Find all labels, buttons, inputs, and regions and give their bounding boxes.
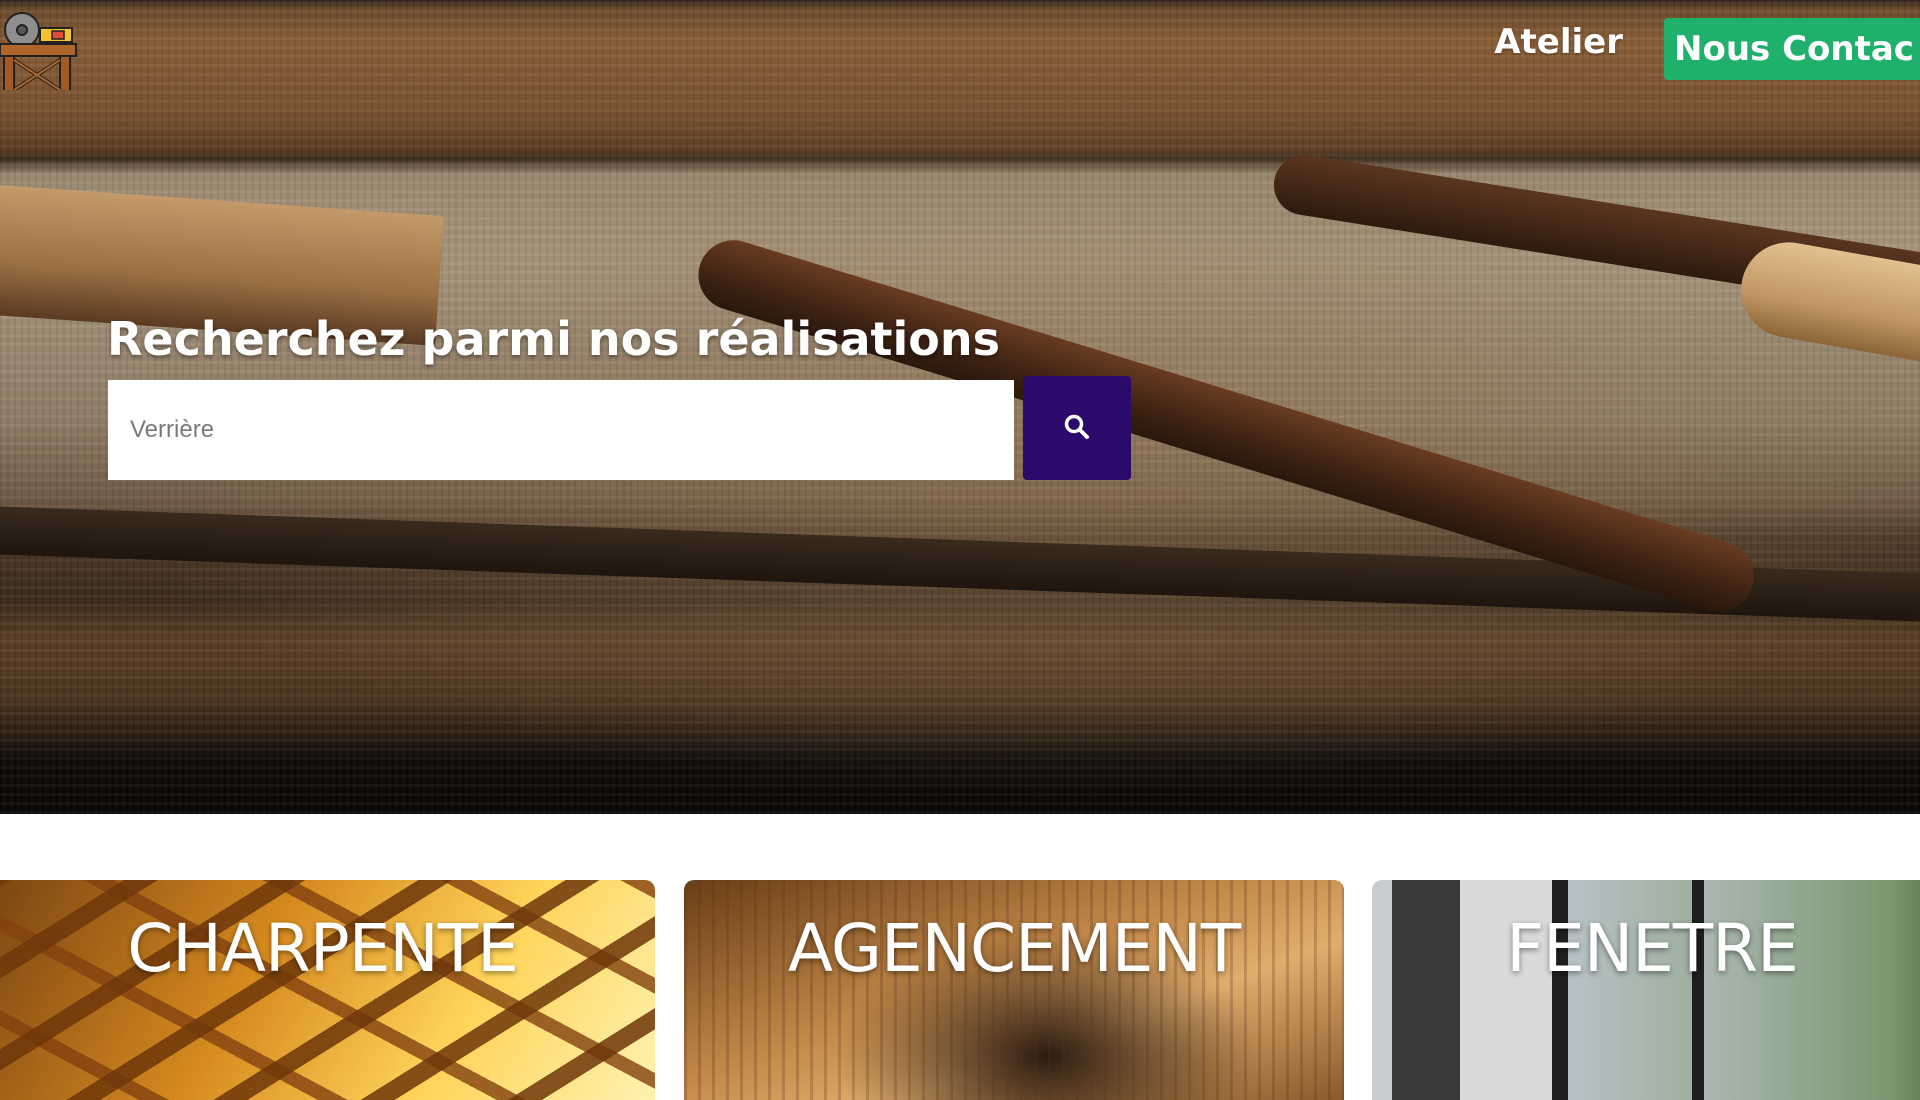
- category-card-charpente[interactable]: CHARPENTE: [0, 880, 655, 1100]
- nav-atelier-link[interactable]: Atelier: [1494, 22, 1623, 62]
- category-label: AGENCEMENT: [787, 910, 1241, 987]
- category-label: CHARPENTE: [127, 910, 519, 987]
- search-icon: [1063, 413, 1091, 444]
- search-input[interactable]: [108, 380, 1014, 480]
- search-title: Recherchez parmi nos réalisations: [107, 312, 1001, 366]
- nav-contact-button[interactable]: Nous Contac: [1664, 18, 1920, 80]
- search-button[interactable]: [1023, 376, 1131, 480]
- category-card-agencement[interactable]: AGENCEMENT: [684, 880, 1344, 1100]
- category-label: FENETRE: [1506, 910, 1799, 987]
- category-card-fenetre[interactable]: FENETRE: [1372, 880, 1920, 1100]
- logo-icon[interactable]: [0, 10, 78, 95]
